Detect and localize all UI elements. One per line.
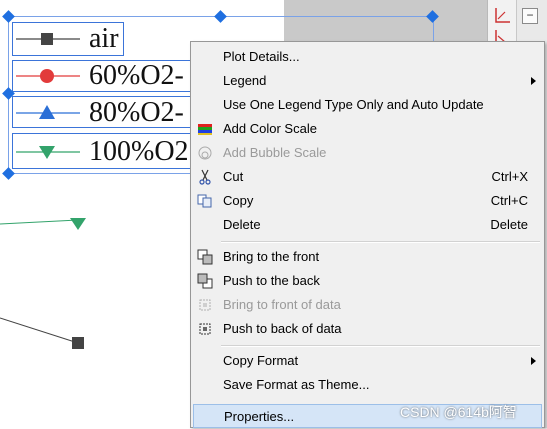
menu-item-push-to-back-of-data[interactable]: Push to back of data: [193, 317, 542, 341]
legend-symbols: [16, 33, 80, 159]
legend-label: 80%O2-: [89, 97, 184, 128]
gray-square-marker: [72, 337, 84, 349]
submenu-arrow-icon: [531, 77, 536, 85]
square-marker-icon: [41, 33, 53, 45]
menu-item-label: Plot Details...: [223, 49, 300, 64]
menu-item-push-to-back[interactable]: Push to the back: [193, 269, 542, 293]
menu-item-save-format-as-theme[interactable]: Save Format as Theme...: [193, 373, 542, 397]
legend-label: 60%O2-: [89, 60, 184, 91]
axis-tool-icon[interactable]: [493, 6, 512, 25]
circle-marker-icon: [40, 69, 54, 83]
menu-item-label: Add Color Scale: [223, 121, 317, 136]
menu-item-label: Push to back of data: [223, 321, 342, 336]
bubble-scale-icon: [198, 146, 212, 160]
menu-item-shortcut: Delete: [490, 217, 528, 232]
collapse-button[interactable]: −: [522, 8, 538, 24]
menu-item-label: Bring to the front: [223, 249, 320, 264]
menu-item-one-legend-type[interactable]: Use One Legend Type Only and Auto Update: [193, 93, 542, 117]
color-scale-icon: [198, 124, 212, 135]
menu-item-shortcut: Ctrl+C: [490, 193, 528, 208]
menu-item-label: Copy: [223, 193, 254, 208]
push-back-data-icon: [199, 323, 211, 335]
legend-label: air: [89, 23, 119, 54]
menu-item-add-color-scale[interactable]: Add Color Scale: [193, 117, 542, 141]
menu-item-copy[interactable]: Copy Ctrl+C: [193, 189, 542, 213]
menu-item-label: Legend: [223, 73, 267, 88]
submenu-arrow-icon: [531, 357, 536, 365]
watermark-text: CSDN @614b阿智: [400, 404, 517, 420]
green-triangle-marker: [70, 218, 86, 230]
menu-separator: [221, 345, 540, 347]
menu-item-label: Bring to front of data: [223, 297, 341, 312]
gray-series-line: [0, 317, 79, 344]
menu-item-delete[interactable]: Delete Delete: [193, 213, 542, 237]
green-series-line: [0, 219, 79, 225]
menu-item-add-bubble-scale[interactable]: Add Bubble Scale: [193, 141, 542, 165]
menu-item-label: Copy Format: [223, 353, 299, 368]
copy-icon: [197, 194, 212, 208]
legend-label: 100%O2: [89, 136, 189, 167]
menu-separator: [221, 241, 540, 243]
menu-item-bring-to-front-of-data[interactable]: Bring to front of data: [193, 293, 542, 317]
scissors-icon: [199, 169, 211, 185]
menu-item-label: Delete: [223, 217, 261, 232]
menu-item-label: Properties...: [224, 409, 295, 424]
bring-front-icon: [197, 249, 213, 265]
menu-item-label: Save Format as Theme...: [223, 377, 370, 392]
menu-item-legend[interactable]: Legend: [193, 69, 542, 93]
menu-item-label: Cut: [223, 169, 244, 184]
menu-item-shortcut: Ctrl+X: [491, 169, 528, 184]
menu-item-label: Push to the back: [223, 273, 320, 288]
context-menu: Plot Details... Legend Use One Legend Ty…: [190, 41, 545, 428]
triangle-up-marker-icon: [39, 105, 55, 119]
menu-item-cut[interactable]: Cut Ctrl+X: [193, 165, 542, 189]
menu-item-bring-to-front[interactable]: Bring to the front: [193, 245, 542, 269]
menu-item-label: Add Bubble Scale: [223, 145, 327, 160]
menu-item-label: Use One Legend Type Only and Auto Update: [223, 97, 484, 112]
bring-front-data-icon: [199, 299, 211, 311]
menu-item-copy-format[interactable]: Copy Format: [193, 349, 542, 373]
menu-item-plot-details[interactable]: Plot Details...: [193, 45, 542, 69]
push-back-icon: [197, 273, 213, 289]
